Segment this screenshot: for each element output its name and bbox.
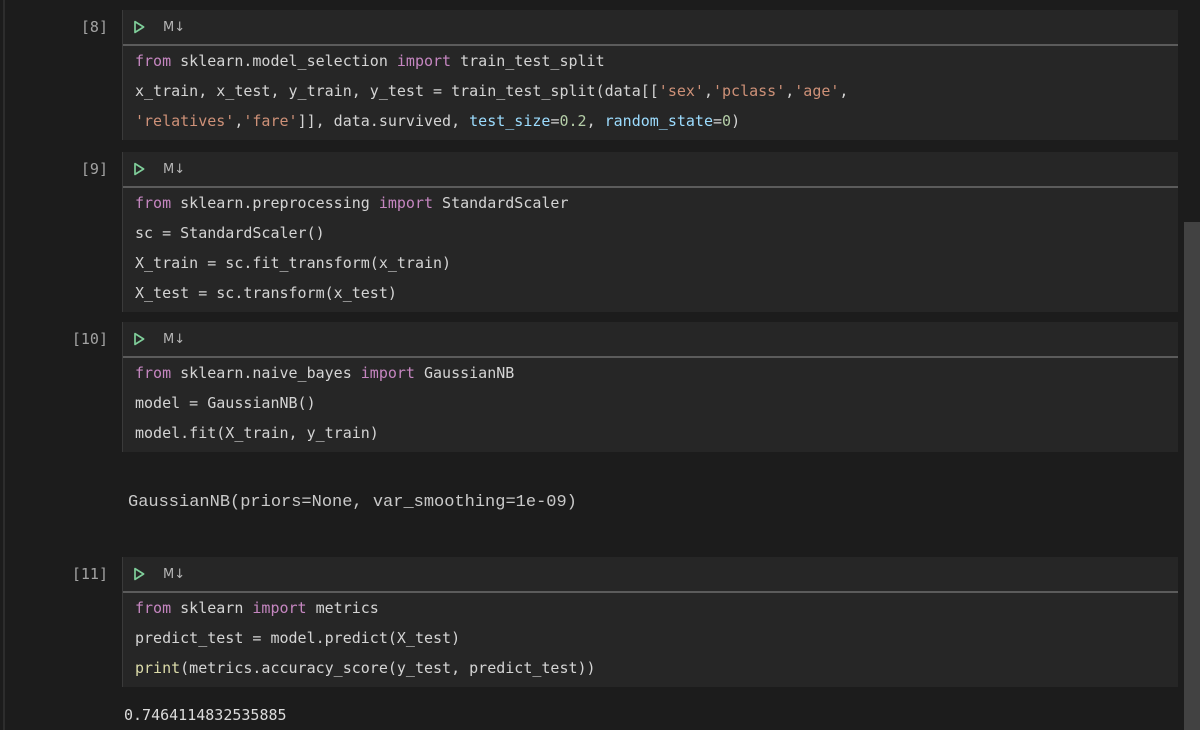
- execution-count-label: [8]: [0, 10, 108, 44]
- code-line: predict_test = model.predict(X_test): [135, 623, 1178, 653]
- markdown-toggle-button[interactable]: M↓: [163, 568, 185, 581]
- cell-container: M↓ from sklearn.naive_bayes import Gaussi…: [122, 322, 1178, 452]
- run-cell-button[interactable]: [130, 330, 148, 348]
- cell-container: M↓ from sklearn import metricspredict_tes…: [122, 557, 1178, 687]
- code-editor[interactable]: from sklearn import metricspredict_test …: [123, 593, 1178, 687]
- cell-container: M↓ from sklearn.preprocessing import Stan…: [122, 152, 1178, 312]
- run-cell-button[interactable]: [130, 565, 148, 583]
- code-line: sc = StandardScaler(): [135, 218, 1178, 248]
- notebook-cell: [10] M↓ from sklearn.naive_bayes import Ga…: [0, 322, 1178, 518]
- code-line: model = GaussianNB(): [135, 388, 1178, 418]
- run-cell-button[interactable]: [130, 160, 148, 178]
- cell-main-column: M↓ from sklearn import metricspredict_tes…: [122, 557, 1178, 730]
- cell-toolbar: M↓: [123, 322, 1178, 356]
- markdown-toggle-button[interactable]: M↓: [163, 163, 185, 176]
- play-icon: [131, 331, 147, 347]
- code-editor[interactable]: from sklearn.model_selection import trai…: [123, 46, 1178, 140]
- cell-toolbar: M↓: [123, 10, 1178, 44]
- code-line: from sklearn.model_selection import trai…: [135, 46, 1178, 76]
- play-icon: [131, 19, 147, 35]
- code-editor[interactable]: from sklearn.preprocessing import Standa…: [123, 188, 1178, 312]
- code-line: model.fit(X_train, y_train): [135, 418, 1178, 448]
- vertical-scrollbar-thumb[interactable]: [1184, 222, 1200, 730]
- code-line: from sklearn.naive_bayes import Gaussian…: [135, 358, 1178, 388]
- code-line: 'relatives','fare']], data.survived, tes…: [135, 106, 1178, 136]
- cell-gutter: [8]: [0, 10, 122, 44]
- code-line: X_test = sc.transform(x_test): [135, 278, 1178, 308]
- execution-count-label: [11]: [0, 557, 108, 591]
- code-line: X_train = sc.fit_transform(x_train): [135, 248, 1178, 278]
- code-line: print(metrics.accuracy_score(y_test, pre…: [135, 653, 1178, 683]
- cell-toolbar: M↓: [123, 557, 1178, 591]
- cell-main-column: M↓ from sklearn.preprocessing import Stan…: [122, 152, 1178, 312]
- execution-count-label: [9]: [0, 152, 108, 186]
- play-icon: [131, 161, 147, 177]
- cell-gutter: [9]: [0, 152, 122, 186]
- notebook-cell: [9] M↓ from sklearn.preprocessing import S…: [0, 152, 1178, 312]
- cell-gutter: [11]: [0, 557, 122, 591]
- notebook-cell: [11] M↓ from sklearn import metricspredict…: [0, 557, 1178, 730]
- cell-gutter: [10]: [0, 322, 122, 356]
- cell-main-column: M↓ from sklearn.model_selection import tr…: [122, 10, 1178, 140]
- cell-output: GaussianNB(priors=None, var_smoothing=1e…: [128, 488, 1178, 518]
- notebook-cell: [8] M↓ from sklearn.model_selection import…: [0, 10, 1178, 140]
- code-line: x_train, x_test, y_train, y_test = train…: [135, 76, 1178, 106]
- notebook-page: [8] M↓ from sklearn.model_selection import…: [0, 0, 1178, 730]
- code-line: from sklearn import metrics: [135, 593, 1178, 623]
- markdown-toggle-button[interactable]: M↓: [163, 333, 185, 346]
- markdown-toggle-button[interactable]: M↓: [163, 21, 185, 34]
- play-icon: [131, 566, 147, 582]
- cell-toolbar: M↓: [123, 152, 1178, 186]
- cell-container: M↓ from sklearn.model_selection import tr…: [122, 10, 1178, 140]
- code-line: from sklearn.preprocessing import Standa…: [135, 188, 1178, 218]
- run-cell-button[interactable]: [130, 18, 148, 36]
- code-editor[interactable]: from sklearn.naive_bayes import Gaussian…: [123, 358, 1178, 452]
- execution-count-label: [10]: [0, 322, 108, 356]
- cell-output: 0.7464114832535885: [124, 700, 1178, 730]
- cell-main-column: M↓ from sklearn.naive_bayes import Gaussi…: [122, 322, 1178, 518]
